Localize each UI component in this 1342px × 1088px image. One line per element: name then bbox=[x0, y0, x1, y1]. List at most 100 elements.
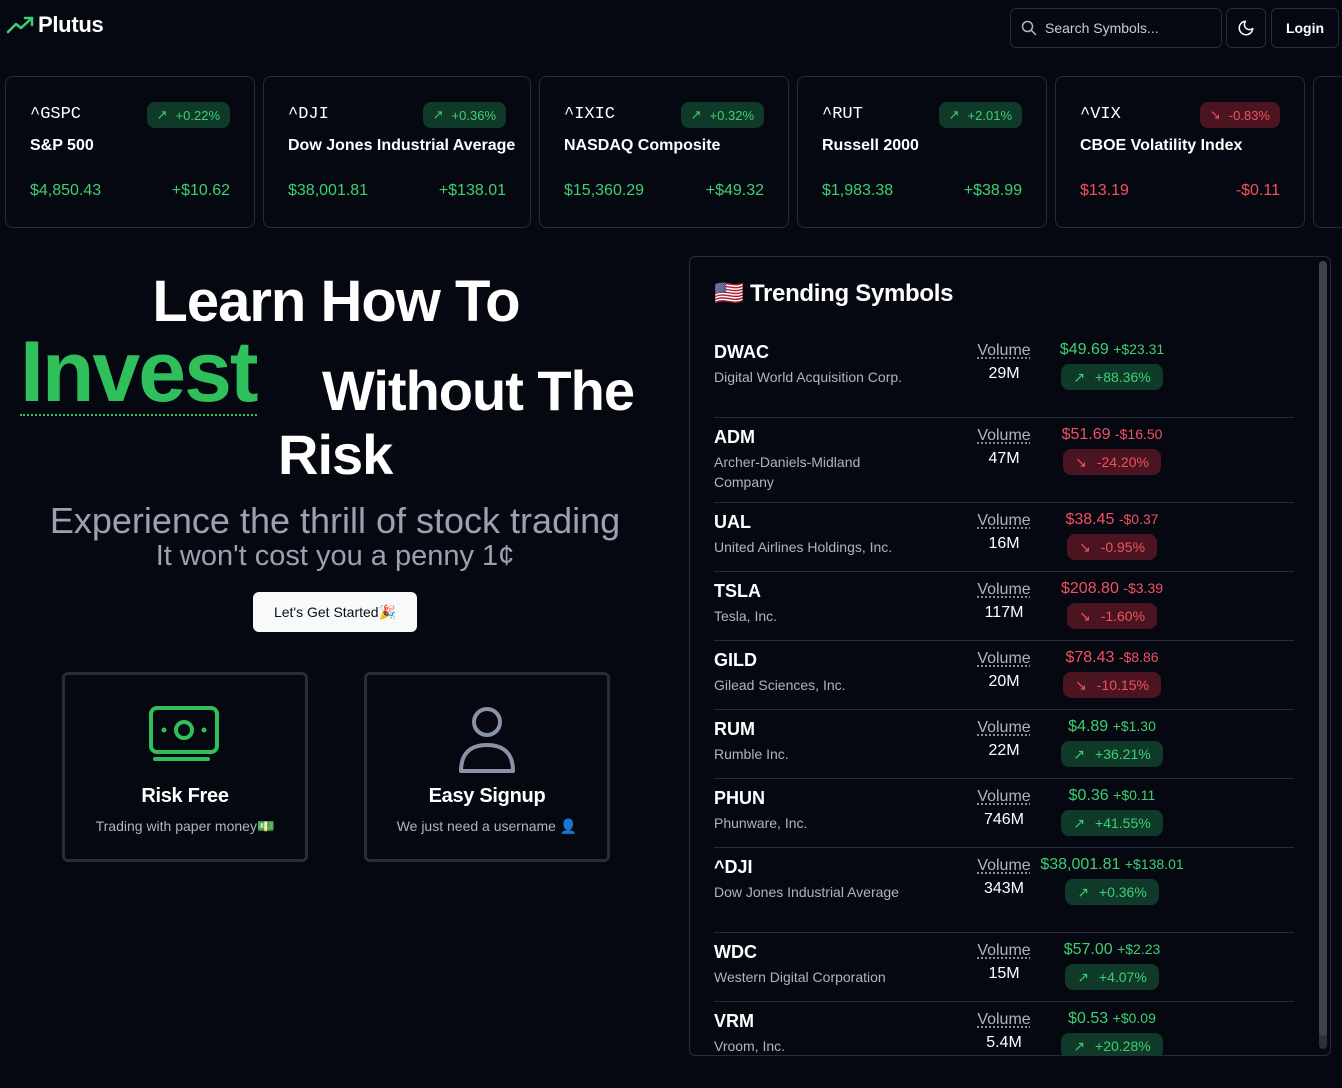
trending-company-name: Archer-Daniels-Midland Company bbox=[714, 454, 861, 490]
trending-price-delta: +$138.01 bbox=[1124, 856, 1184, 872]
pct-wrap: ↘ -10.15% bbox=[982, 672, 1242, 698]
trending-pct-badge: ↗ +4.07% bbox=[1065, 964, 1159, 990]
ticker-name: NASDAQ Composite bbox=[564, 137, 721, 154]
trending-price-delta: +$0.11 bbox=[1113, 787, 1156, 803]
trending-price: $78.43 bbox=[1065, 649, 1115, 666]
trending-company-name: Western Digital Corporation bbox=[714, 969, 886, 985]
price-line: $51.69 -$16.50 bbox=[982, 426, 1242, 444]
pct-wrap: ↘ -24.20% bbox=[982, 449, 1242, 475]
feature-description: We just need a username 👤 bbox=[396, 818, 578, 834]
trending-row[interactable]: DWAC Digital World Acquisition Corp. Volum… bbox=[714, 333, 1294, 418]
trending-row[interactable]: PHUN Phunware, Inc. Volume 746M $0.36 +$0.11… bbox=[714, 779, 1294, 848]
ticker-change: +$10.62 bbox=[171, 182, 230, 199]
trending-pct-badge: ↗ +20.28% bbox=[1061, 1033, 1163, 1055]
trending-symbol: ^DJI bbox=[714, 857, 753, 877]
trending-company-name: Rumble Inc. bbox=[714, 746, 789, 762]
feature-card-easy-signup: Easy Signup We just need a username 👤 bbox=[364, 672, 610, 862]
hero-tagline: It won't cost you a penny 1¢ bbox=[155, 540, 515, 572]
arrow-up-right-icon: ↗ bbox=[1073, 1037, 1086, 1054]
get-started-button[interactable]: Let's Get Started🎉 bbox=[253, 592, 417, 632]
trending-row[interactable]: ^DJI Dow Jones Industrial Average Volume 34… bbox=[714, 848, 1294, 933]
trending-symbol: DWAC bbox=[714, 342, 769, 362]
search-box[interactable] bbox=[1010, 8, 1222, 48]
ticker-symbol: ^VIX bbox=[1080, 105, 1121, 124]
ticker-card[interactable]: ^DJI ↗ +0.36% Dow Jones Industrial Averag… bbox=[263, 76, 531, 228]
scrollbar-thumb[interactable] bbox=[1319, 261, 1327, 1036]
trending-price: $208.80 bbox=[1061, 580, 1119, 597]
pct-wrap: ↘ -0.95% bbox=[982, 534, 1242, 560]
trending-price: $38,001.81 bbox=[1040, 856, 1121, 873]
ticker-card[interactable]: ^GSPC ↗ +0.22% S&P 500 $4,850.43 +$10.62 bbox=[5, 76, 255, 228]
price-line: $49.69 +$23.31 bbox=[982, 341, 1242, 359]
arrow-down-right-icon: ↘ bbox=[1078, 538, 1091, 555]
trending-row[interactable]: VRM Vroom, Inc. Volume 5.4M $0.53 +$0.09 ↗ +20… bbox=[714, 1002, 1294, 1055]
arrow-up-right-icon: ↗ bbox=[432, 107, 444, 122]
trending-pct-badge: ↘ -1.60% bbox=[1066, 603, 1158, 629]
scrollbar[interactable] bbox=[1319, 261, 1327, 1049]
trending-price-delta: +$1.30 bbox=[1112, 718, 1156, 734]
trending-company-name: United Airlines Holdings, Inc. bbox=[714, 539, 893, 555]
trending-symbols-panel: 🇺🇸 Trending Symbols DWAC Digital World Ac… bbox=[689, 256, 1331, 1056]
trending-up-icon bbox=[6, 16, 34, 34]
ticker-symbol: ^IXIC bbox=[564, 105, 616, 124]
trending-row[interactable]: TSLA Tesla, Inc. Volume 117M $208.80 -$3.39 ↘… bbox=[714, 572, 1294, 641]
price-line: $0.36 +$0.11 bbox=[982, 787, 1242, 805]
search-icon bbox=[1021, 20, 1037, 36]
ticker-change-badge: ↘ -0.83% bbox=[1199, 102, 1280, 128]
ticker-card[interactable]: ^RUT ↗ +2.01% Russell 2000 $1,983.38 +$38… bbox=[797, 76, 1047, 228]
trending-row[interactable]: UAL United Airlines Holdings, Inc. Volume 1… bbox=[714, 503, 1294, 572]
brand-logo[interactable]: Plutus bbox=[6, 12, 104, 38]
trending-company-name: Vroom, Inc. bbox=[714, 1038, 786, 1054]
trending-symbol: VRM bbox=[714, 1011, 754, 1031]
arrow-up-right-icon: ↗ bbox=[1073, 745, 1086, 762]
ticker-price: $15,360.29 bbox=[564, 182, 645, 199]
search-input[interactable] bbox=[1045, 20, 1215, 36]
trending-row[interactable]: RUM Rumble Inc. Volume 22M $4.89 +$1.30 ↗ +36.… bbox=[714, 710, 1294, 779]
ticker-price: $13.19 bbox=[1080, 182, 1129, 199]
ticker-price: $1,983.38 bbox=[822, 182, 894, 199]
trending-pct-badge: ↘ -0.95% bbox=[1066, 534, 1158, 560]
arrow-up-right-icon: ↗ bbox=[1073, 814, 1086, 831]
arrow-down-right-icon: ↘ bbox=[1209, 107, 1221, 122]
trending-pct-badge: ↗ +0.36% bbox=[1065, 879, 1159, 905]
ticker-change: +$38.99 bbox=[963, 182, 1022, 199]
hero-subtitle: Experience the thrill of stock trading bbox=[49, 500, 621, 541]
feature-card-risk-free: Risk Free Trading with paper money💵 bbox=[62, 672, 308, 862]
trending-pct-badge: ↘ -10.15% bbox=[1063, 672, 1161, 698]
trending-price-delta: +$23.31 bbox=[1113, 341, 1165, 357]
market-ticker-row: ^GSPC ↗ +0.22% S&P 500 $4,850.43 +$10.62 … bbox=[0, 76, 1342, 228]
trending-symbol: RUM bbox=[714, 719, 755, 739]
hero-heading-without: Without The bbox=[322, 359, 635, 422]
ticker-change-badge: ↗ +0.32% bbox=[680, 102, 764, 128]
trending-price: $0.53 bbox=[1068, 1010, 1109, 1027]
ticker-name: S&P 500 bbox=[30, 137, 94, 154]
price-line: $208.80 -$3.39 bbox=[982, 580, 1242, 598]
ticker-change: -$0.11 bbox=[1235, 182, 1280, 199]
theme-toggle-button[interactable] bbox=[1226, 8, 1266, 48]
trending-symbol: GILD bbox=[714, 650, 757, 670]
arrow-up-right-icon: ↗ bbox=[1077, 968, 1089, 985]
trending-row[interactable]: WDC Western Digital Corporation Volume 15M $… bbox=[714, 933, 1294, 1002]
trending-row[interactable]: ADM Archer-Daniels-Midland Company Volume 4… bbox=[714, 418, 1294, 503]
ticker-change-badge: ↗ +0.22% bbox=[146, 102, 230, 128]
arrow-up-right-icon: ↗ bbox=[1077, 883, 1089, 900]
pct-wrap: ↘ -1.60% bbox=[982, 603, 1242, 629]
ticker-change: +$49.32 bbox=[705, 182, 764, 199]
ticker-change-badge: ↗ +0.36% bbox=[422, 102, 506, 128]
trending-price-delta: -$3.39 bbox=[1123, 580, 1163, 596]
ticker-symbol: ^GSPC bbox=[30, 105, 82, 124]
feature-title: Easy Signup bbox=[428, 785, 546, 807]
ticker-card-partial[interactable] bbox=[1313, 76, 1342, 228]
trending-pct-badge: ↗ +36.21% bbox=[1061, 741, 1163, 767]
ticker-card[interactable]: ^VIX ↘ -0.83% CBOE Volatility Index $13.1… bbox=[1055, 76, 1305, 228]
trending-row[interactable]: GILD Gilead Sciences, Inc. Volume 20M $78.43… bbox=[714, 641, 1294, 710]
price-line: $0.53 +$0.09 bbox=[982, 1010, 1242, 1028]
arrow-down-right-icon: ↘ bbox=[1075, 676, 1087, 693]
ticker-card[interactable]: ^IXIC ↗ +0.32% NASDAQ Composite $15,360.2… bbox=[539, 76, 789, 228]
trending-symbol: TSLA bbox=[714, 581, 761, 601]
trending-price-delta: -$8.86 bbox=[1118, 649, 1159, 665]
banknote-icon bbox=[65, 705, 305, 767]
login-button[interactable]: Login bbox=[1271, 8, 1339, 48]
price-line: $78.43 -$8.86 bbox=[982, 649, 1242, 667]
pct-wrap: ↗ +36.21% bbox=[982, 741, 1242, 767]
